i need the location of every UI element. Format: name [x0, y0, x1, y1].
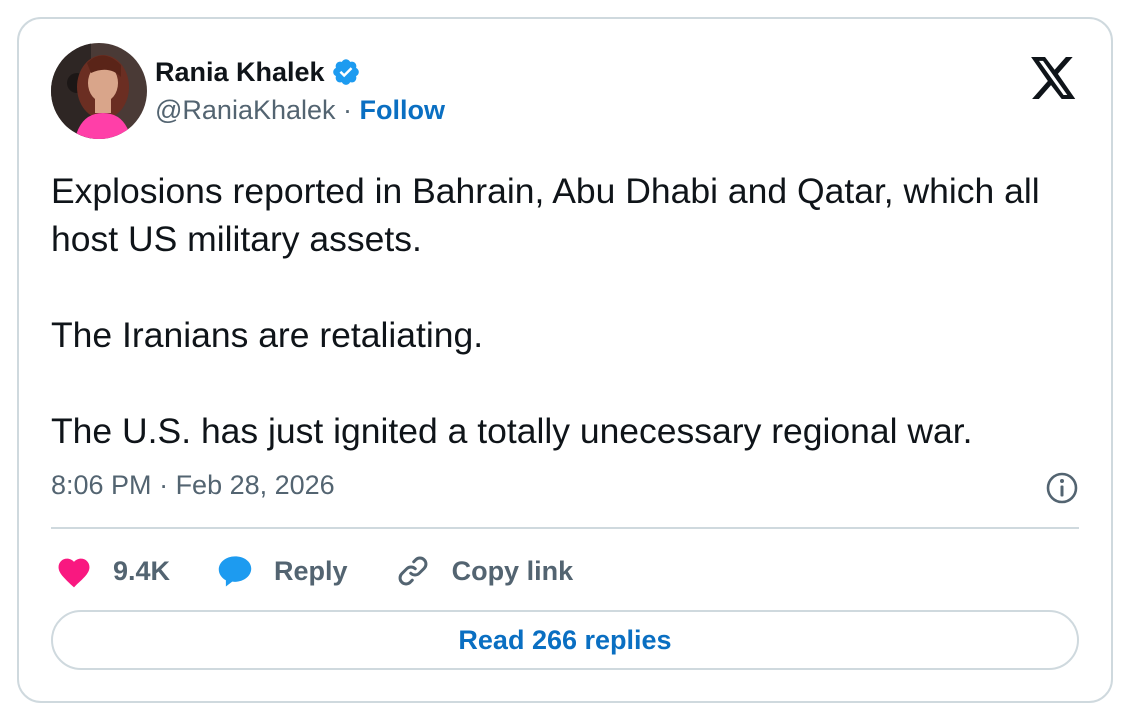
tweet-paragraph: The Iranians are retaliating. [51, 315, 484, 355]
x-logo-icon[interactable] [1031, 57, 1077, 99]
heart-icon [58, 558, 90, 588]
like-count: 9.4K [113, 555, 171, 586]
author-info: Rania Khalek @RaniaKhalek · Follow [155, 55, 445, 126]
avatar[interactable] [51, 43, 147, 139]
info-icon[interactable] [1045, 471, 1079, 505]
reply-label: Reply [274, 555, 348, 586]
divider [51, 527, 1079, 529]
copy-link-button[interactable]: Copy link [394, 553, 574, 589]
reply-button[interactable]: Reply [216, 554, 348, 588]
reply-bubble-icon [218, 556, 252, 587]
read-replies-button[interactable]: Read 266 replies [51, 610, 1079, 670]
copy-link-label: Copy link [451, 555, 574, 586]
tweet-header: Rania Khalek @RaniaKhalek · Follow [51, 43, 1081, 143]
tweet-paragraph: The U.S. has just ignited a totally unec… [51, 411, 973, 451]
tweet-body: Explosions reported in Bahrain, Abu Dhab… [51, 167, 1091, 455]
tweet-date: Feb 28, 2026 [175, 470, 335, 500]
link-icon [398, 556, 427, 586]
like-button[interactable]: 9.4K [55, 554, 170, 588]
action-bar: 9.4K Reply Copy link [55, 549, 619, 593]
avatar-image [51, 43, 147, 139]
handle-row: @RaniaKhalek · Follow [155, 95, 445, 126]
author-name[interactable]: Rania Khalek [155, 57, 325, 88]
meta-separator: · [151, 470, 176, 500]
follow-button[interactable]: Follow [360, 95, 445, 126]
tweet-card: Rania Khalek @RaniaKhalek · Follow Explo… [17, 17, 1113, 703]
author-handle[interactable]: @RaniaKhalek [155, 95, 336, 126]
handle-separator: · [335, 95, 360, 125]
verified-badge-icon [331, 57, 361, 87]
tweet-timestamp[interactable]: 8:06 PM · Feb 28, 2026 [51, 470, 335, 501]
name-row: Rania Khalek [155, 55, 445, 89]
tweet-time: 8:06 PM [51, 470, 152, 500]
tweet-paragraph: Explosions reported in Bahrain, Abu Dhab… [51, 171, 1040, 259]
